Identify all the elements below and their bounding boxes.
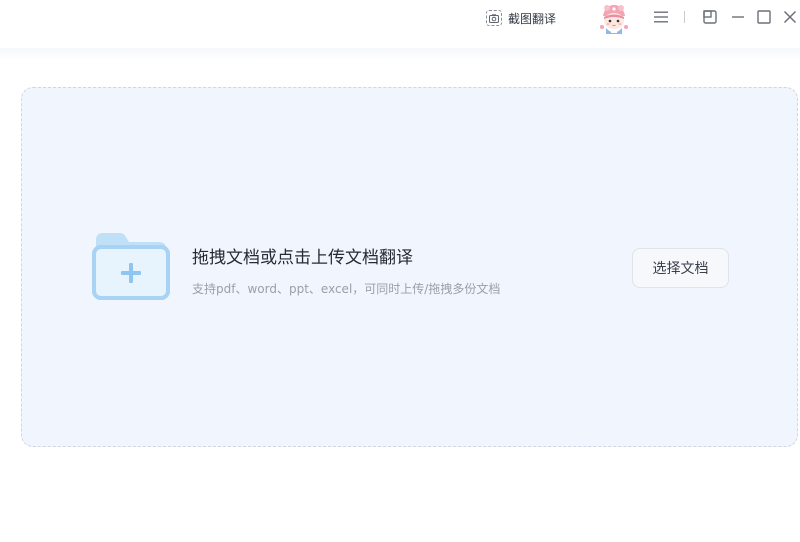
minimize-icon[interactable]	[729, 8, 747, 26]
folder-add-icon	[92, 230, 170, 300]
mascot-avatar[interactable]	[596, 1, 632, 37]
app-window: 截图翻译 拖拽文档或点击上传文档翻译 支持pdf、word、ppt、excel，…	[0, 0, 800, 542]
choose-document-button[interactable]: 选择文档	[632, 248, 729, 288]
title-bar: 截图翻译	[0, 0, 800, 48]
screenshot-translate-button[interactable]: 截图翻译	[486, 7, 556, 29]
camera-icon	[486, 10, 502, 26]
title-bar-divider	[684, 11, 685, 23]
screenshot-translate-label: 截图翻译	[508, 11, 557, 26]
drop-zone-subtitle: 支持pdf、word、ppt、excel，可同时上传/拖拽多份文档	[192, 282, 501, 296]
title-bar-shadow	[0, 48, 800, 60]
maximize-icon[interactable]	[755, 8, 773, 26]
close-icon[interactable]	[781, 8, 799, 26]
hamburger-menu-icon[interactable]	[652, 8, 670, 26]
upload-drop-zone[interactable]: 拖拽文档或点击上传文档翻译 支持pdf、word、ppt、excel，可同时上传…	[21, 87, 798, 447]
mini-window-icon[interactable]	[701, 8, 719, 26]
drop-zone-title: 拖拽文档或点击上传文档翻译	[192, 248, 413, 268]
